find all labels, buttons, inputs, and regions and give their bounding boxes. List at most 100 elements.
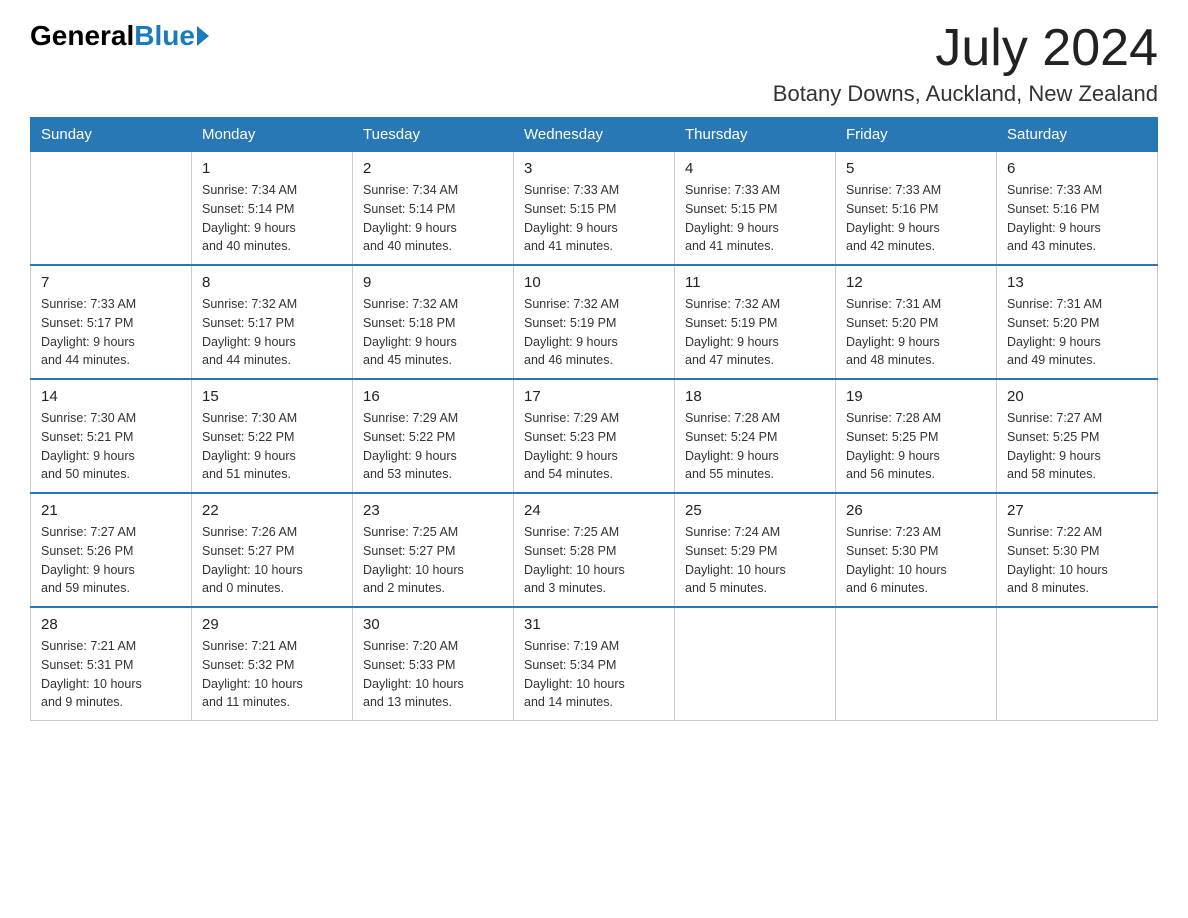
day-info: Sunrise: 7:21 AMSunset: 5:31 PMDaylight:…	[41, 637, 181, 712]
calendar-cell: 6 Sunrise: 7:33 AMSunset: 5:16 PMDaylight…	[997, 152, 1158, 266]
day-number: 13	[1007, 274, 1147, 291]
calendar-cell: 24Sunrise: 7:25 AMSunset: 5:28 PMDayligh…	[514, 493, 675, 607]
calendar-cell: 7 Sunrise: 7:33 AMSunset: 5:17 PMDaylight…	[31, 265, 192, 379]
calendar-cell: 28 Sunrise: 7:21 AMSunset: 5:31 PMDayligh…	[31, 607, 192, 721]
week-row-3: 14 Sunrise: 7:30 AMSunset: 5:21 PMDayligh…	[31, 379, 1158, 493]
calendar-cell: 19 Sunrise: 7:28 AMSunset: 5:25 PMDayligh…	[836, 379, 997, 493]
day-number: 26	[846, 502, 986, 519]
calendar-cell: 23Sunrise: 7:25 AMSunset: 5:27 PMDayligh…	[353, 493, 514, 607]
day-info: Sunrise: 7:25 AMSunset: 5:27 PMDaylight:…	[363, 523, 503, 598]
day-info: Sunrise: 7:33 AMSunset: 5:16 PMDaylight:…	[1007, 181, 1147, 256]
calendar-cell: 22 Sunrise: 7:26 AMSunset: 5:27 PMDayligh…	[192, 493, 353, 607]
day-number: 19	[846, 388, 986, 405]
calendar-cell: 10Sunrise: 7:32 AMSunset: 5:19 PMDayligh…	[514, 265, 675, 379]
day-info: Sunrise: 7:33 AMSunset: 5:16 PMDaylight:…	[846, 181, 986, 256]
day-info: Sunrise: 7:33 AMSunset: 5:15 PMDaylight:…	[685, 181, 825, 256]
day-info: Sunrise: 7:31 AMSunset: 5:20 PMDaylight:…	[846, 295, 986, 370]
calendar-cell: 18 Sunrise: 7:28 AMSunset: 5:24 PMDayligh…	[675, 379, 836, 493]
day-number: 5	[846, 160, 986, 177]
day-number: 3	[524, 160, 664, 177]
day-number: 15	[202, 388, 342, 405]
calendar-cell	[675, 607, 836, 721]
day-number: 1	[202, 160, 342, 177]
day-number: 16	[363, 388, 503, 405]
day-info: Sunrise: 7:31 AMSunset: 5:20 PMDaylight:…	[1007, 295, 1147, 370]
logo-triangle-icon	[197, 26, 209, 46]
day-info: Sunrise: 7:29 AMSunset: 5:22 PMDaylight:…	[363, 409, 503, 484]
calendar-cell: 31 Sunrise: 7:19 AMSunset: 5:34 PMDayligh…	[514, 607, 675, 721]
day-info: Sunrise: 7:34 AMSunset: 5:14 PMDaylight:…	[202, 181, 342, 256]
day-number: 17	[524, 388, 664, 405]
day-number: 20	[1007, 388, 1147, 405]
weekday-header-saturday: Saturday	[997, 118, 1158, 152]
calendar-cell: 14 Sunrise: 7:30 AMSunset: 5:21 PMDayligh…	[31, 379, 192, 493]
day-info: Sunrise: 7:32 AMSunset: 5:17 PMDaylight:…	[202, 295, 342, 370]
day-info: Sunrise: 7:21 AMSunset: 5:32 PMDaylight:…	[202, 637, 342, 712]
calendar-cell	[31, 152, 192, 266]
weekday-header-wednesday: Wednesday	[514, 118, 675, 152]
day-number: 22	[202, 502, 342, 519]
calendar-cell: 11Sunrise: 7:32 AMSunset: 5:19 PMDayligh…	[675, 265, 836, 379]
day-number: 12	[846, 274, 986, 291]
day-number: 18	[685, 388, 825, 405]
day-info: Sunrise: 7:33 AMSunset: 5:17 PMDaylight:…	[41, 295, 181, 370]
day-info: Sunrise: 7:22 AMSunset: 5:30 PMDaylight:…	[1007, 523, 1147, 598]
day-number: 30	[363, 616, 503, 633]
calendar-cell: 9Sunrise: 7:32 AMSunset: 5:18 PMDaylight…	[353, 265, 514, 379]
calendar-cell: 8Sunrise: 7:32 AMSunset: 5:17 PMDaylight…	[192, 265, 353, 379]
day-info: Sunrise: 7:20 AMSunset: 5:33 PMDaylight:…	[363, 637, 503, 712]
day-info: Sunrise: 7:32 AMSunset: 5:19 PMDaylight:…	[524, 295, 664, 370]
day-info: Sunrise: 7:30 AMSunset: 5:21 PMDaylight:…	[41, 409, 181, 484]
day-number: 4	[685, 160, 825, 177]
day-info: Sunrise: 7:32 AMSunset: 5:19 PMDaylight:…	[685, 295, 825, 370]
weekday-header-thursday: Thursday	[675, 118, 836, 152]
week-row-1: 1 Sunrise: 7:34 AMSunset: 5:14 PMDaylight…	[31, 152, 1158, 266]
weekday-header-sunday: Sunday	[31, 118, 192, 152]
day-number: 6	[1007, 160, 1147, 177]
day-info: Sunrise: 7:28 AMSunset: 5:25 PMDaylight:…	[846, 409, 986, 484]
calendar-table: SundayMondayTuesdayWednesdayThursdayFrid…	[30, 117, 1158, 721]
day-info: Sunrise: 7:26 AMSunset: 5:27 PMDaylight:…	[202, 523, 342, 598]
calendar-cell: 13 Sunrise: 7:31 AMSunset: 5:20 PMDayligh…	[997, 265, 1158, 379]
weekday-header-friday: Friday	[836, 118, 997, 152]
day-info: Sunrise: 7:28 AMSunset: 5:24 PMDaylight:…	[685, 409, 825, 484]
location-subtitle: Botany Downs, Auckland, New Zealand	[773, 81, 1158, 107]
calendar-cell: 4 Sunrise: 7:33 AMSunset: 5:15 PMDaylight…	[675, 152, 836, 266]
day-number: 2	[363, 160, 503, 177]
day-number: 31	[524, 616, 664, 633]
weekday-header-tuesday: Tuesday	[353, 118, 514, 152]
calendar-cell: 16 Sunrise: 7:29 AMSunset: 5:22 PMDayligh…	[353, 379, 514, 493]
calendar-cell: 29Sunrise: 7:21 AMSunset: 5:32 PMDayligh…	[192, 607, 353, 721]
calendar-cell: 20 Sunrise: 7:27 AMSunset: 5:25 PMDayligh…	[997, 379, 1158, 493]
day-number: 14	[41, 388, 181, 405]
week-row-2: 7 Sunrise: 7:33 AMSunset: 5:17 PMDaylight…	[31, 265, 1158, 379]
week-row-4: 21 Sunrise: 7:27 AMSunset: 5:26 PMDayligh…	[31, 493, 1158, 607]
title-section: July 2024 Botany Downs, Auckland, New Ze…	[773, 20, 1158, 107]
day-info: Sunrise: 7:27 AMSunset: 5:25 PMDaylight:…	[1007, 409, 1147, 484]
calendar-cell: 21 Sunrise: 7:27 AMSunset: 5:26 PMDayligh…	[31, 493, 192, 607]
logo-blue-text: Blue	[134, 20, 195, 52]
calendar-cell: 5 Sunrise: 7:33 AMSunset: 5:16 PMDaylight…	[836, 152, 997, 266]
day-info: Sunrise: 7:34 AMSunset: 5:14 PMDaylight:…	[363, 181, 503, 256]
day-info: Sunrise: 7:24 AMSunset: 5:29 PMDaylight:…	[685, 523, 825, 598]
day-number: 21	[41, 502, 181, 519]
day-number: 7	[41, 274, 181, 291]
calendar-cell: 1 Sunrise: 7:34 AMSunset: 5:14 PMDaylight…	[192, 152, 353, 266]
day-info: Sunrise: 7:30 AMSunset: 5:22 PMDaylight:…	[202, 409, 342, 484]
day-info: Sunrise: 7:33 AMSunset: 5:15 PMDaylight:…	[524, 181, 664, 256]
day-info: Sunrise: 7:19 AMSunset: 5:34 PMDaylight:…	[524, 637, 664, 712]
calendar-cell: 17Sunrise: 7:29 AMSunset: 5:23 PMDayligh…	[514, 379, 675, 493]
week-row-5: 28 Sunrise: 7:21 AMSunset: 5:31 PMDayligh…	[31, 607, 1158, 721]
month-year-title: July 2024	[773, 20, 1158, 77]
day-info: Sunrise: 7:27 AMSunset: 5:26 PMDaylight:…	[41, 523, 181, 598]
calendar-cell	[836, 607, 997, 721]
day-number: 28	[41, 616, 181, 633]
calendar-cell: 15 Sunrise: 7:30 AMSunset: 5:22 PMDayligh…	[192, 379, 353, 493]
day-number: 27	[1007, 502, 1147, 519]
day-info: Sunrise: 7:25 AMSunset: 5:28 PMDaylight:…	[524, 523, 664, 598]
logo-general-text: General	[30, 20, 134, 52]
day-info: Sunrise: 7:32 AMSunset: 5:18 PMDaylight:…	[363, 295, 503, 370]
page-header: General Blue July 2024 Botany Downs, Auc…	[30, 20, 1158, 107]
calendar-cell: 30 Sunrise: 7:20 AMSunset: 5:33 PMDayligh…	[353, 607, 514, 721]
calendar-cell: 3 Sunrise: 7:33 AMSunset: 5:15 PMDaylight…	[514, 152, 675, 266]
